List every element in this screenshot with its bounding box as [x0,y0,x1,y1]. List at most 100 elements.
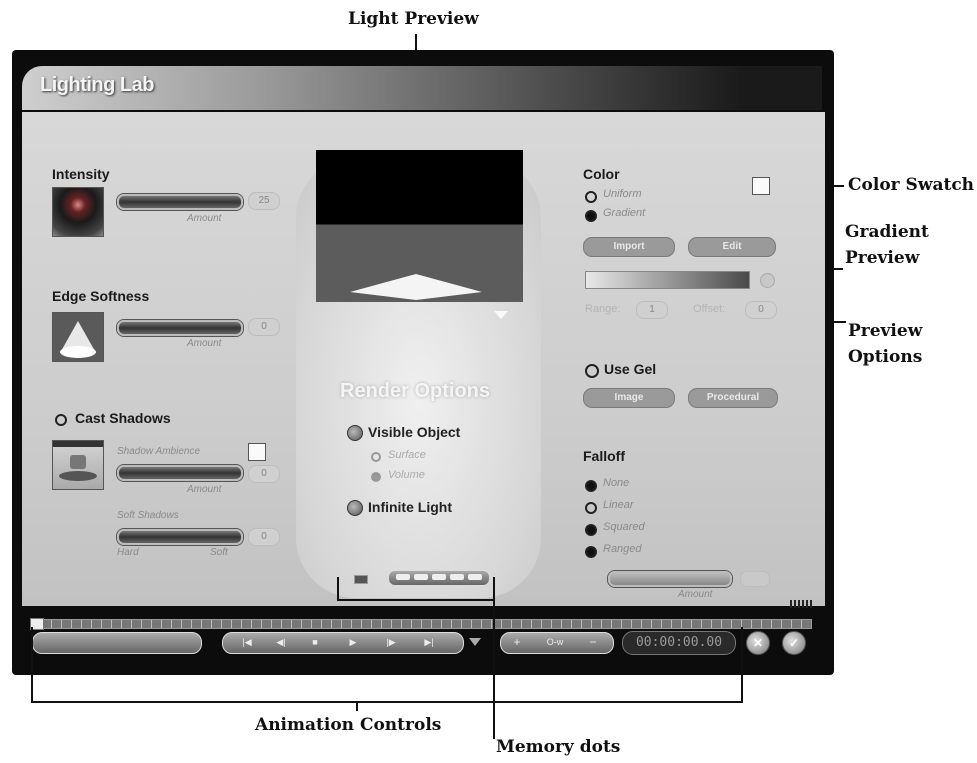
timeline-scrubber[interactable] [30,619,812,629]
intensity-heading: Intensity [52,166,110,182]
ok-button[interactable]: ✓ [782,631,806,655]
falloff-none-label: None [603,477,630,489]
import-button[interactable]: Import [583,237,675,257]
memory-dot-4[interactable] [450,574,464,580]
step-back-button[interactable]: ◀| [266,635,296,649]
shadow-ambience-value[interactable]: 0 [248,465,280,483]
remove-key-button[interactable]: − [582,635,604,649]
preview-light-pool [350,274,482,292]
color-swatch[interactable] [752,177,770,195]
procedural-button[interactable]: Procedural [688,388,778,408]
visible-object-label: Visible Object [368,424,461,440]
edge-softness-thumbnail [52,312,104,362]
falloff-squared-radio[interactable] [585,524,597,536]
bracket-animation-left [31,627,33,703]
cast-shadows-radio[interactable] [55,414,67,426]
step-forward-button[interactable]: |▶ [376,635,406,649]
play-button[interactable]: ▶ [338,635,368,649]
key-button[interactable]: O-w [532,635,578,649]
color-heading: Color [583,166,620,182]
range-value[interactable]: 1 [636,301,668,319]
memory-dot-1[interactable] [396,574,410,580]
soft-shadows-slider[interactable] [117,529,243,545]
falloff-none-radio[interactable] [585,480,597,492]
falloff-value-pill[interactable] [740,571,770,587]
gradient-radio[interactable] [585,210,597,222]
memory-dot-5[interactable] [468,574,482,580]
intensity-amount-caption: Amount [187,213,222,224]
soft-shadows-soft-label: Soft [210,547,228,558]
surface-radio[interactable] [371,452,381,462]
gradient-preview[interactable] [585,271,750,289]
intensity-value[interactable]: 25 [248,192,280,210]
use-gel-radio[interactable] [585,364,599,378]
shadow-ambience-amount-caption: Amount [187,484,222,495]
bracket-animation-right [741,627,743,703]
volume-label: Volume [388,469,425,481]
use-gel-label: Use Gel [604,361,657,377]
callout-light-preview: Light Preview [348,9,479,29]
volume-radio[interactable] [371,472,381,482]
callout-gradient-preview-1: Gradient [845,222,929,242]
goto-end-button[interactable]: ▶| [414,635,444,649]
animation-memory-bar[interactable] [32,632,202,654]
preview-light-pool-bottom [350,292,482,300]
falloff-linear-radio[interactable] [585,502,597,514]
shadow-ambience-swatch[interactable] [248,443,266,461]
edge-softness-slider[interactable] [117,320,243,336]
soft-shadows-hard-label: Hard [117,547,139,558]
callout-gradient-preview-2: Preview [845,248,920,268]
memory-dot-2[interactable] [414,574,428,580]
gradient-label: Gradient [603,207,646,219]
falloff-linear-label: Linear [603,499,634,511]
image-button[interactable]: Image [583,388,675,408]
callout-preview-options-1: Preview [848,321,923,341]
soft-shadows-label: Soft Shadows [117,510,179,521]
falloff-slider[interactable] [608,571,732,587]
soft-shadows-value[interactable]: 0 [248,528,280,546]
edge-softness-heading: Edge Softness [52,288,150,304]
cast-shadows-thumbnail [52,440,104,490]
preview-options-arrow[interactable] [494,311,508,319]
cast-shadows-label: Cast Shadows [75,410,171,426]
add-key-button[interactable]: + [506,635,528,649]
callout-color-swatch: Color Swatch [848,175,975,195]
shadow-ellipse [59,471,97,481]
transport-options-arrow[interactable] [469,638,481,646]
uniform-label: Uniform [603,188,642,200]
edge-softness-amount-caption: Amount [187,338,222,349]
falloff-amount-caption: Amount [678,589,713,600]
edge-softness-value[interactable]: 0 [248,318,280,336]
intensity-thumbnail [52,187,104,237]
falloff-ranged-label: Ranged [603,543,642,555]
bracket-animation-bottom [31,701,743,703]
shadow-ambience-slider[interactable] [117,465,243,481]
render-options-heading: Render Options [340,380,491,402]
bracket-memory-bottom [337,599,495,601]
light-preview [316,150,523,302]
resize-grip[interactable] [790,600,812,608]
falloff-ranged-radio[interactable] [585,546,597,558]
infinite-light-radio[interactable] [347,500,363,516]
shadow-ambience-label: Shadow Ambience [117,446,201,457]
offset-value[interactable]: 0 [745,301,777,319]
infinite-light-label: Infinite Light [368,499,452,515]
memory-slot-small[interactable] [354,575,368,584]
bracket-memory-left [337,577,339,601]
goto-start-button[interactable]: |◀ [232,635,262,649]
callout-animation-controls: Animation Controls [255,715,442,735]
falloff-squared-label: Squared [603,521,645,533]
callout-preview-options-2: Options [848,347,923,367]
bracket-animation-tick [356,701,358,711]
intensity-slider[interactable] [117,194,243,210]
visible-object-radio[interactable] [347,425,363,441]
cancel-button[interactable]: ✕ [746,631,770,655]
uniform-radio[interactable] [585,191,597,203]
gradient-color-knob[interactable] [760,273,775,288]
timecode-display[interactable]: 00:00:00.00 [622,631,736,655]
callout-memory-dots: Memory dots [496,737,621,757]
memory-dot-3[interactable] [432,574,446,580]
edit-button[interactable]: Edit [688,237,776,257]
stop-button[interactable]: ■ [300,635,330,649]
shadow-object [70,455,86,469]
